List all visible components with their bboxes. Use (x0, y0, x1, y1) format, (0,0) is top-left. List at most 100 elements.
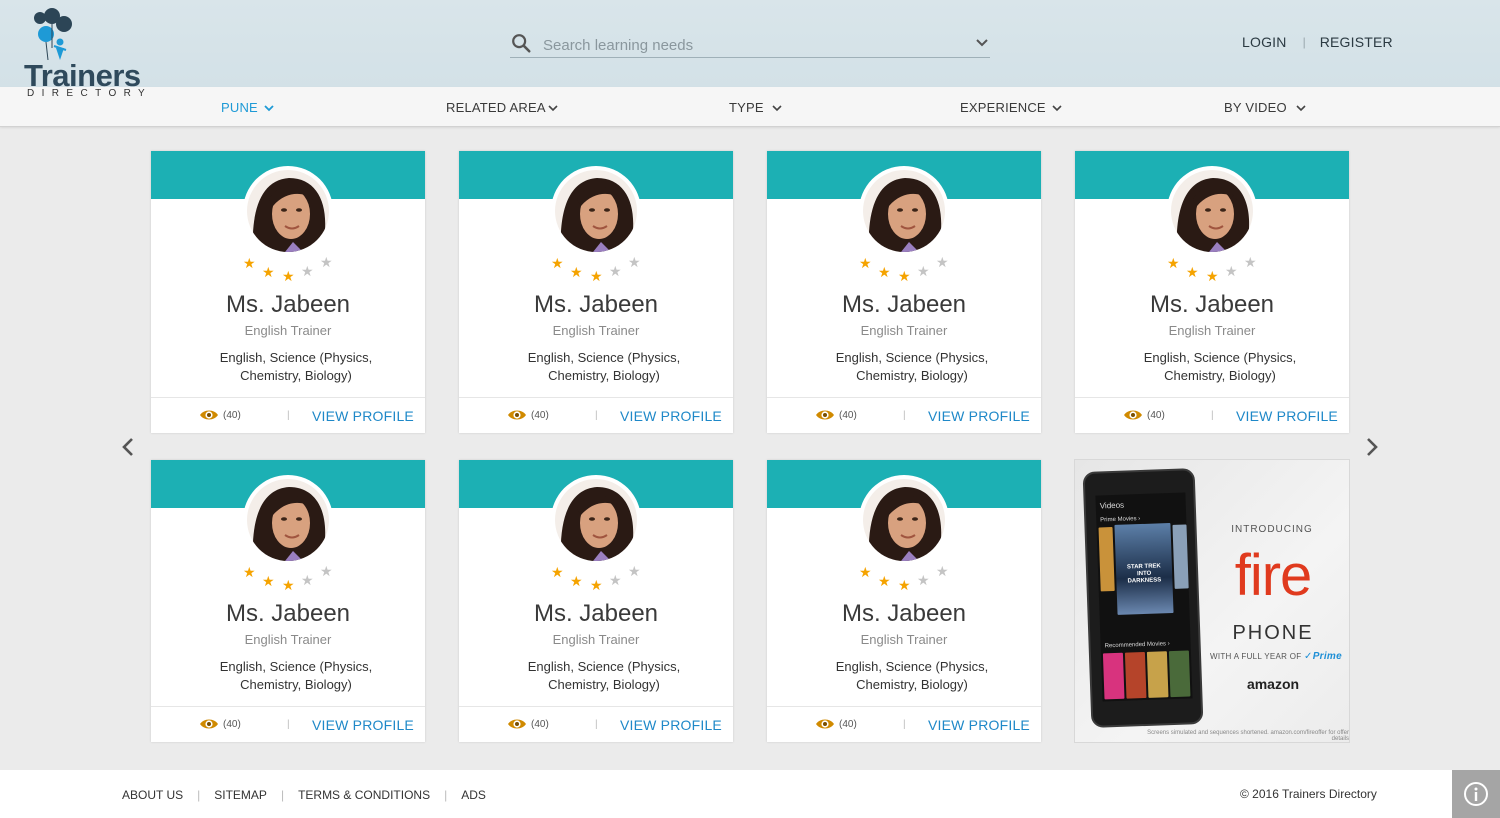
footer-link-ads[interactable]: ADS (461, 788, 486, 802)
footer-link-terms[interactable]: TERMS & CONDITIONS (298, 788, 430, 802)
star-icon: ★ (936, 254, 949, 270)
movie-poster (1168, 650, 1191, 698)
logo-balloons-icon (34, 8, 72, 60)
view-profile-link[interactable]: VIEW PROFILE (312, 408, 414, 424)
star-icon: ★ (320, 254, 333, 270)
info-icon (1464, 782, 1488, 806)
info-button[interactable] (1452, 770, 1500, 818)
footer-divider: | (903, 410, 906, 421)
ad-disclaimer: Screens simulated and sequences shortene… (1147, 730, 1349, 742)
star-icon: ★ (859, 255, 872, 271)
amazon-logo: amazon (1246, 676, 1300, 692)
star-icon: ★ (570, 264, 583, 280)
eye-icon (1124, 410, 1142, 420)
chevron-down-icon (1296, 104, 1306, 111)
star-icon: ★ (570, 573, 583, 589)
trainer-role: English Trainer (244, 632, 332, 647)
view-count: (40) (507, 408, 549, 422)
trainer-card: ★ ★ ★ ★ ★ Ms. Jabeen English Trainer Eng… (151, 460, 425, 742)
movie-poster (1102, 652, 1125, 700)
view-count: (40) (815, 408, 857, 422)
card-footer: (40) | VIEW PROFILE (151, 397, 425, 433)
view-count: (40) (815, 717, 857, 731)
footer-divider: | (903, 719, 906, 730)
card-footer: (40) | VIEW PROFILE (151, 706, 425, 742)
chevron-right-icon[interactable] (1362, 435, 1382, 459)
trainer-name: Ms. Jabeen (533, 600, 659, 627)
view-profile-link[interactable]: VIEW PROFILE (620, 408, 722, 424)
trainer-subjects: English, Science (Physics, Chemistry, Bi… (527, 659, 681, 692)
auth-divider: | (1302, 35, 1306, 49)
chevron-left-icon[interactable] (118, 435, 138, 459)
movie-poster (1146, 651, 1169, 698)
chevron-down-icon (772, 104, 782, 111)
chevron-down-icon[interactable] (974, 35, 990, 51)
search-input[interactable] (543, 34, 963, 56)
screen-title: Videos (1099, 500, 1125, 511)
rating-stars: ★ ★ ★ ★ ★ (859, 255, 949, 285)
view-profile-link[interactable]: VIEW PROFILE (312, 717, 414, 733)
star-icon: ★ (282, 577, 295, 593)
phone-illustration: Videos Prime Movies › STAR TREK INTO DAR… (1082, 468, 1204, 728)
advertisement-banner[interactable]: Videos Prime Movies › STAR TREK INTO DAR… (1074, 459, 1350, 743)
filter-by-video[interactable]: BY VIDEO (1224, 100, 1306, 115)
star-icon: ★ (878, 573, 891, 589)
star-icon: ★ (628, 563, 641, 579)
card-footer: (40) | VIEW PROFILE (767, 397, 1041, 433)
view-count-value: (40) (839, 718, 857, 730)
rating-stars: ★ ★ ★ ★ ★ (551, 564, 641, 594)
login-link[interactable]: LOGIN (1242, 34, 1287, 50)
filter-type[interactable]: TYPE (729, 100, 782, 115)
search-icon[interactable] (510, 32, 532, 54)
view-profile-link[interactable]: VIEW PROFILE (1236, 408, 1338, 424)
trainer-photo (1171, 170, 1253, 252)
card-footer: (40) | VIEW PROFILE (1075, 397, 1349, 433)
filter-related-area[interactable]: RELATED AREA (446, 100, 558, 115)
avatar[interactable] (243, 166, 333, 256)
star-icon: ★ (898, 577, 911, 593)
footer-divider: | (197, 788, 201, 802)
movie-poster (1172, 524, 1189, 589)
footer-links: ABOUT US | SITEMAP | TERMS & CONDITIONS … (122, 788, 486, 802)
filter-label: EXPERIENCE (960, 100, 1046, 115)
trainer-card: ★ ★ ★ ★ ★ Ms. Jabeen English Trainer Eng… (459, 151, 733, 433)
avatar[interactable] (859, 475, 949, 565)
avatar[interactable] (859, 166, 949, 256)
view-profile-link[interactable]: VIEW PROFILE (928, 408, 1030, 424)
filter-location[interactable]: PUNE (221, 100, 274, 115)
star-icon: ★ (590, 577, 603, 593)
trainer-role: English Trainer (860, 632, 948, 647)
star-icon: ★ (1225, 263, 1238, 279)
filter-experience[interactable]: EXPERIENCE (960, 100, 1062, 115)
view-profile-link[interactable]: VIEW PROFILE (620, 717, 722, 733)
footer-divider: | (595, 410, 598, 421)
eye-icon (816, 410, 834, 420)
footer-link-sitemap[interactable]: SITEMAP (214, 788, 267, 802)
logo-subtitle: DIRECTORY (27, 88, 153, 99)
chevron-down-icon (264, 104, 274, 111)
avatar[interactable] (243, 475, 333, 565)
footer-divider: | (287, 719, 290, 730)
star-icon: ★ (917, 572, 930, 588)
footer-divider: | (595, 719, 598, 730)
view-count-value: (40) (531, 718, 549, 730)
star-icon: ★ (551, 255, 564, 271)
avatar[interactable] (551, 166, 641, 256)
avatar[interactable] (1167, 166, 1257, 256)
star-icon: ★ (301, 263, 314, 279)
screen-section-label: Recommended Movies › (1104, 641, 1170, 650)
rating-stars: ★ ★ ★ ★ ★ (551, 255, 641, 285)
eye-icon (200, 410, 218, 420)
avatar[interactable] (551, 475, 641, 565)
trainer-name: Ms. Jabeen (841, 600, 967, 627)
star-icon: ★ (262, 264, 275, 280)
star-icon: ★ (243, 564, 256, 580)
star-icon: ★ (243, 255, 256, 271)
trainer-role: English Trainer (860, 323, 948, 338)
view-profile-link[interactable]: VIEW PROFILE (928, 717, 1030, 733)
footer-link-about[interactable]: ABOUT US (122, 788, 183, 802)
footer-divider: | (280, 788, 285, 802)
register-link[interactable]: REGISTER (1320, 34, 1393, 50)
trainer-name: Ms. Jabeen (225, 600, 351, 627)
logo[interactable]: Trainers DIRECTORY (22, 8, 152, 100)
